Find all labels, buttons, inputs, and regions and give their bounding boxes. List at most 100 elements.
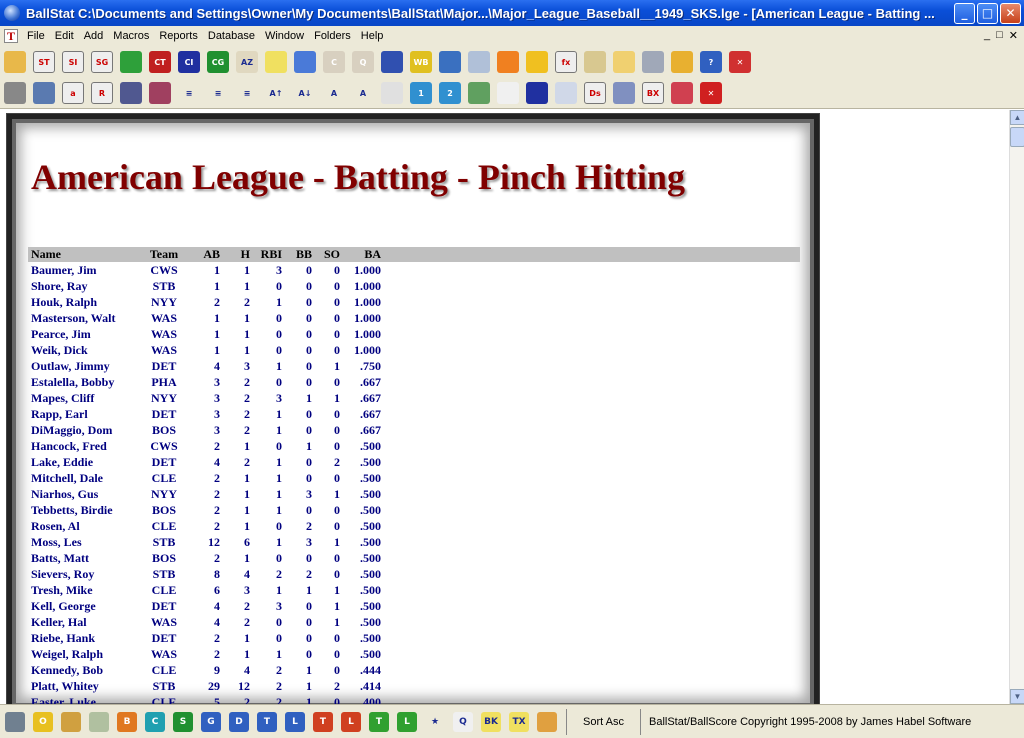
wb-icon[interactable]: WB [410, 51, 432, 73]
t-red-icon[interactable]: T [313, 711, 333, 732]
blank-page-icon[interactable] [497, 82, 519, 104]
star-red-icon[interactable]: ★ [425, 711, 445, 732]
bk-icon[interactable]: BK [481, 711, 501, 732]
l-red-icon[interactable]: L [341, 711, 361, 732]
blue-folder-icon[interactable] [294, 51, 316, 73]
document-icon[interactable]: T [4, 28, 18, 43]
web-icon[interactable] [33, 82, 55, 104]
d-icon[interactable]: D [229, 711, 249, 732]
column-header-rbi[interactable]: RBI [250, 247, 282, 262]
g-icon[interactable]: G [201, 711, 221, 732]
fx-icon[interactable]: fx [555, 51, 577, 73]
a-icon[interactable]: a [62, 82, 84, 104]
b-icon[interactable]: B [117, 711, 137, 732]
close-red-icon[interactable]: ✕ [729, 51, 751, 73]
menu-folders[interactable]: Folders [309, 30, 356, 42]
font-red-icon[interactable]: A [352, 82, 374, 104]
c-window-icon[interactable]: C [323, 51, 345, 73]
report-title: American League - Batting - Pinch Hittin… [31, 157, 685, 197]
q-icon[interactable]: Q [453, 711, 473, 732]
gear-icon[interactable] [381, 51, 403, 73]
ball-icon[interactable] [526, 82, 548, 104]
globe-icon[interactable] [439, 51, 461, 73]
tx-icon[interactable]: TX [509, 711, 529, 732]
align-left-icon[interactable]: ≡ [178, 82, 200, 104]
font-blue-icon[interactable]: A [323, 82, 345, 104]
o-icon[interactable]: O [33, 711, 53, 732]
font-up-icon[interactable]: A↑ [265, 82, 287, 104]
l-green-icon[interactable]: L [397, 711, 417, 732]
edit-page-icon[interactable] [5, 711, 25, 732]
save-icon[interactable] [120, 82, 142, 104]
yellow-folder-icon[interactable] [613, 51, 635, 73]
close-button[interactable]: ✕ [1000, 2, 1021, 24]
image-icon[interactable] [537, 711, 557, 732]
cg-icon[interactable]: CG [207, 51, 229, 73]
si-icon[interactable]: SI [62, 51, 84, 73]
column-header-team[interactable]: Team [146, 247, 182, 262]
q-window-icon[interactable]: Q [352, 51, 374, 73]
note1-icon[interactable]: 1 [410, 82, 432, 104]
column-header-bb[interactable]: BB [282, 247, 312, 262]
page-icon[interactable] [381, 82, 403, 104]
columns-icon[interactable] [613, 82, 635, 104]
note2-icon[interactable]: 2 [439, 82, 461, 104]
menu-database[interactable]: Database [203, 30, 260, 42]
save-yellow-icon[interactable] [61, 711, 81, 732]
menu-file[interactable]: File [22, 30, 50, 42]
column-header-so[interactable]: SO [312, 247, 340, 262]
clipboard-icon[interactable] [584, 51, 606, 73]
s-icon[interactable]: S [173, 711, 193, 732]
column-header-name[interactable]: Name [28, 247, 146, 262]
column-header-ab[interactable]: AB [182, 247, 220, 262]
grid-icon[interactable] [642, 51, 664, 73]
mdi-minimize-button[interactable]: _ [984, 29, 990, 42]
scroll-thumb[interactable] [1010, 127, 1024, 147]
menu-add[interactable]: Add [79, 30, 109, 42]
font-down-icon[interactable]: A↓ [294, 82, 316, 104]
st-icon[interactable]: ST [33, 51, 55, 73]
sort-az-icon[interactable]: AZ [236, 51, 258, 73]
bx-icon[interactable]: BX [642, 82, 664, 104]
ct-icon[interactable]: CT [149, 51, 171, 73]
cancel-icon[interactable]: ✕ [700, 82, 722, 104]
red-box-icon[interactable] [671, 82, 693, 104]
c-icon[interactable]: C [145, 711, 165, 732]
mdi-restore-button[interactable]: □ [996, 29, 1003, 42]
ci-icon[interactable]: CI [178, 51, 200, 73]
add-page-icon[interactable] [89, 711, 109, 732]
star-icon[interactable] [526, 51, 548, 73]
mdi-close-button[interactable]: ✕ [1009, 29, 1018, 42]
column-header-h[interactable]: H [220, 247, 250, 262]
align-center-icon[interactable]: ≡ [207, 82, 229, 104]
t-blue-icon[interactable]: T [257, 711, 277, 732]
help-icon[interactable]: ? [700, 51, 722, 73]
pencil-icon[interactable] [671, 51, 693, 73]
menu-reports[interactable]: Reports [154, 30, 203, 42]
vertical-scrollbar[interactable]: ▲ ▼ [1009, 110, 1024, 704]
menu-macros[interactable]: Macros [108, 30, 154, 42]
ruler-icon[interactable] [265, 51, 287, 73]
document-arrow-icon[interactable] [468, 51, 490, 73]
sg-icon[interactable]: SG [91, 51, 113, 73]
printer-icon[interactable] [4, 82, 26, 104]
align-right-icon[interactable]: ≡ [236, 82, 258, 104]
green-list-icon[interactable] [120, 51, 142, 73]
picture-icon[interactable] [468, 82, 490, 104]
column-header-ba[interactable]: BA [340, 247, 381, 262]
l-blue-icon[interactable]: L [285, 711, 305, 732]
t-green-icon[interactable]: T [369, 711, 389, 732]
chart-page-icon[interactable] [555, 82, 577, 104]
menu-window[interactable]: Window [260, 30, 309, 42]
menu-help[interactable]: Help [356, 30, 389, 42]
menu-edit[interactable]: Edit [50, 30, 79, 42]
folder-open-icon[interactable] [4, 51, 26, 73]
scroll-up-icon[interactable]: ▲ [1010, 110, 1024, 125]
save-red-icon[interactable] [149, 82, 171, 104]
scroll-down-icon[interactable]: ▼ [1010, 689, 1024, 704]
minimize-button[interactable]: _ [954, 2, 975, 24]
maximize-button[interactable]: □ [977, 2, 998, 24]
ds-icon[interactable]: Ds [584, 82, 606, 104]
r-icon[interactable]: R [91, 82, 113, 104]
orange-arrows-icon[interactable] [497, 51, 519, 73]
